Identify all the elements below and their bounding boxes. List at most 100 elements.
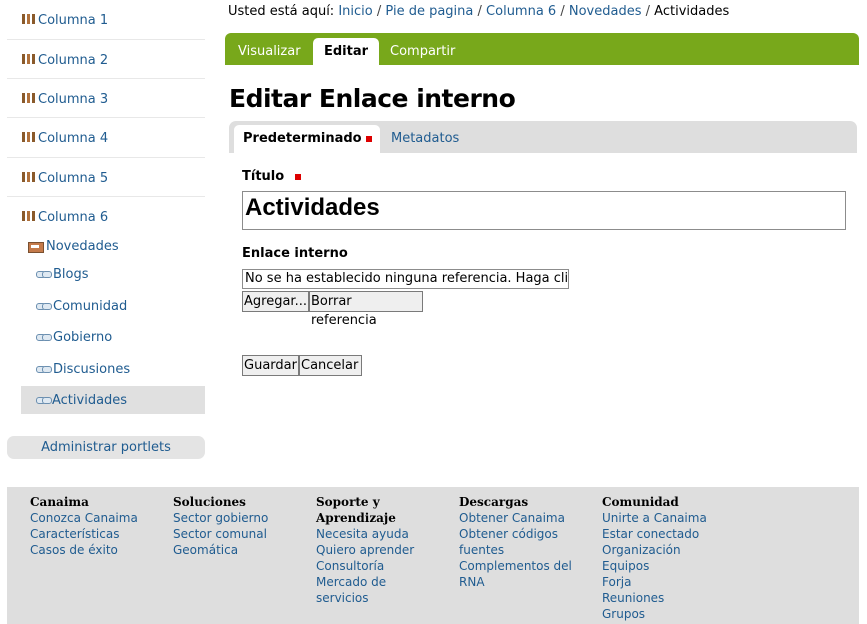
breadcrumb-prefix: Usted está aquí: [228,4,335,19]
tab-metadatos[interactable]: Metadatos [391,125,459,153]
title-label-text: Título [242,169,285,184]
page-title: Editar Enlace interno [229,84,516,113]
footer-column-comunidad: Comunidad Unirte a Canaima Estar conecta… [602,494,707,622]
footer-column-soporte: Soporte y Aprendizaje Necesita ayuda Qui… [316,494,431,606]
sidebar-item-label[interactable]: Columna 6 [38,210,108,225]
required-icon [365,135,372,142]
footer-link[interactable]: Forja [602,574,707,590]
folder-icon [22,211,38,221]
footer-link[interactable]: Sector gobierno [173,510,268,526]
footer-heading: Comunidad [602,495,679,509]
sidebar-item-label[interactable]: Blogs [53,267,89,282]
footer-link[interactable]: Mercado de servicios [316,574,401,606]
footer-link[interactable]: Necesita ayuda [316,526,431,542]
sidebar-item-columna-2[interactable]: Columna 2 [7,40,205,79]
sidebar-item-columna-1[interactable]: Columna 1 [7,0,205,40]
folder-icon [22,54,38,64]
sidebar-item-actividades[interactable]: Actividades [21,386,205,414]
sidebar-item-label[interactable]: Columna 4 [38,131,108,146]
tab-visualizar[interactable]: Visualizar [238,38,301,65]
tab-predeterminado[interactable]: Predeterminado [234,125,380,153]
footer-column-soluciones: Soluciones Sector gobierno Sector comuna… [173,494,268,558]
footer-link[interactable]: Casos de éxito [30,542,138,558]
sidebar-item-label[interactable]: Gobierno [53,330,112,345]
sidebar-item-columna-3[interactable]: Columna 3 [7,79,205,118]
breadcrumb-link-columna-6[interactable]: Columna 6 [486,4,556,19]
footer-link[interactable]: Unirte a Canaima [602,510,707,526]
sidebar-item-label[interactable]: Columna 2 [38,53,108,68]
footer-link[interactable]: Obtener Canaima [459,510,579,526]
breadcrumb-separator: / [376,4,382,19]
breadcrumb-separator: / [560,4,565,19]
content-views-bar: Visualizar Editar Compartir [225,33,859,65]
sidebar-item-label[interactable]: Comunidad [53,299,127,314]
footer-link[interactable]: Quiero aprender [316,542,431,558]
sidebar-item-gobierno[interactable]: Gobierno [7,323,205,351]
breadcrumb-link-pie-de-pagina[interactable]: Pie de pagina [385,4,473,19]
collection-icon [28,242,44,253]
footer-heading: Canaima [30,495,89,509]
clear-reference-button[interactable]: Borrar referencia [309,291,423,328]
footer-link[interactable]: Reuniones [602,590,707,606]
fieldset-tabs: Predeterminado Metadatos [229,121,857,153]
footer-heading: Soporte y Aprendizaje [316,495,396,525]
folder-icon [22,172,38,182]
breadcrumb-separator: / [645,4,651,19]
tab-label: Predeterminado [243,131,362,146]
sidebar-item-columna-4[interactable]: Columna 4 [7,118,205,158]
manage-portlets-button[interactable]: Administrar portlets [7,436,205,459]
internal-link-label: Enlace interno [242,246,348,261]
link-icon [36,303,52,310]
link-icon [36,366,52,373]
footer-link[interactable]: Características [30,526,138,542]
footer-link[interactable]: Equipos [602,558,707,574]
breadcrumb-link-inicio[interactable]: Inicio [338,4,372,19]
footer-link[interactable]: Geomática [173,542,268,558]
footer-link[interactable]: Organización [602,542,707,558]
link-icon [36,334,52,341]
footer-column-descargas: Descargas Obtener Canaima Obtener código… [459,494,579,590]
footer-heading: Descargas [459,495,529,509]
sidebar-item-label[interactable]: Novedades [46,239,119,254]
tab-editar[interactable]: Editar [313,38,380,65]
required-icon [295,173,302,180]
footer-link[interactable]: Obtener códigos fuentes [459,526,564,558]
folder-icon [22,14,38,24]
cancel-button[interactable]: Cancelar [299,355,362,376]
sidebar-item-blogs[interactable]: Blogs [7,260,205,288]
sidebar-item-comunidad[interactable]: Comunidad [7,292,205,320]
footer-link[interactable]: Estar conectado [602,526,707,542]
add-button[interactable]: Agregar... [242,291,309,312]
sidebar-item-novedades[interactable]: Novedades [7,232,205,260]
folder-icon [22,93,38,103]
sidebar-item-columna-6[interactable]: Columna 6 [7,197,205,236]
breadcrumb-current: Actividades [654,4,730,19]
link-icon [36,397,52,404]
title-input[interactable]: Actividades [242,191,846,230]
link-icon [36,271,52,278]
save-button[interactable]: Guardar [242,355,299,376]
sidebar-item-label[interactable]: Columna 3 [38,92,108,107]
title-field-label: Título [242,169,302,184]
footer-column-canaima: Canaima Conozca Canaima Características … [30,494,138,558]
sidebar-item-label[interactable]: Actividades [52,393,127,408]
sidebar-item-columna-5[interactable]: Columna 5 [7,158,205,197]
footer-link[interactable]: Complementos del RNA [459,558,574,590]
sidebar-item-label[interactable]: Discusiones [53,362,130,377]
site-footer: Canaima Conozca Canaima Características … [7,487,859,624]
footer-link[interactable]: Grupos [602,606,707,622]
footer-heading: Soluciones [173,495,246,509]
sidebar-item-label[interactable]: Columna 5 [38,171,108,186]
breadcrumb: Usted está aquí: Inicio / Pie de pagina … [228,4,729,19]
breadcrumb-link-novedades[interactable]: Novedades [569,4,642,19]
sidebar-item-discusiones[interactable]: Discusiones [7,355,205,383]
footer-link[interactable]: Consultoría [316,558,431,574]
sidebar-portlet: Columna 1 Columna 2 Columna 3 Columna 4 … [7,0,205,414]
footer-link[interactable]: Conozca Canaima [30,510,138,526]
footer-link[interactable]: Sector comunal [173,526,268,542]
breadcrumb-separator: / [477,4,482,19]
folder-icon [22,132,38,142]
reference-input[interactable]: No se ha establecido ninguna referencia.… [242,269,569,289]
sidebar-item-label[interactable]: Columna 1 [38,13,108,28]
tab-compartir[interactable]: Compartir [390,38,455,65]
